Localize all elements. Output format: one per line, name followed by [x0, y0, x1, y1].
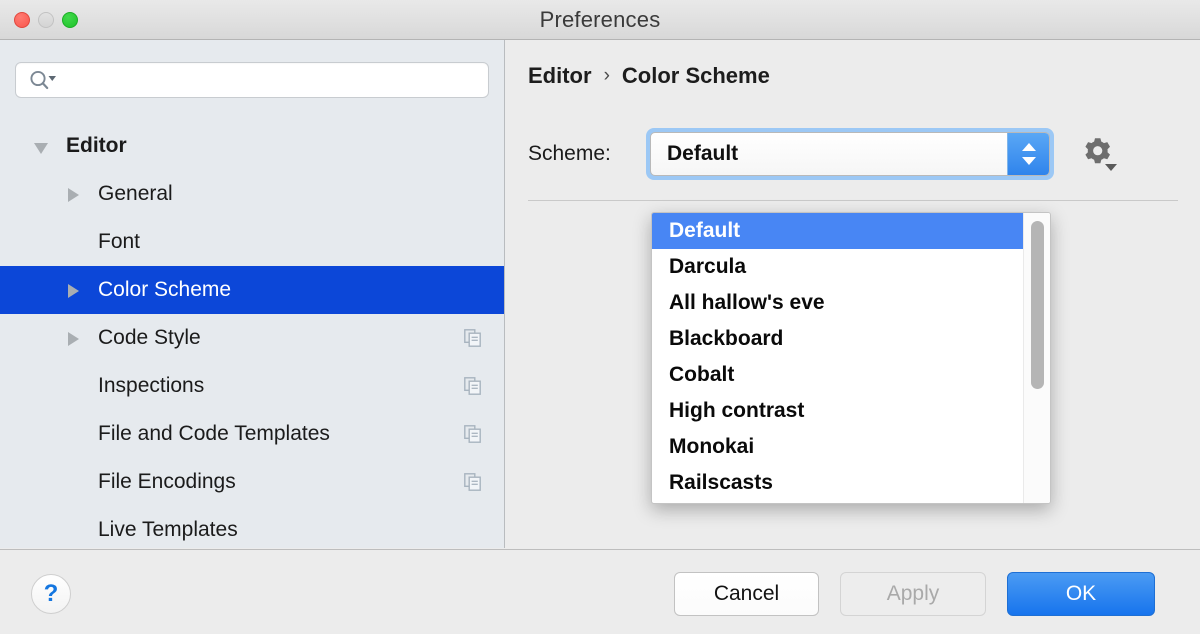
- copy-settings-icon[interactable]: [464, 425, 482, 443]
- disclosure-triangle-right-icon[interactable]: [64, 279, 86, 301]
- sidebar-item-editor[interactable]: Editor: [0, 122, 504, 170]
- title-bar: Preferences: [0, 0, 1200, 40]
- sidebar-item-file-and-code-templates[interactable]: File and Code Templates: [0, 410, 504, 458]
- settings-tree: Editor General Font Color Scheme Code Style I…: [0, 122, 504, 548]
- sidebar-item-general[interactable]: General: [0, 170, 504, 218]
- disclosure-spacer: [64, 471, 86, 493]
- preferences-window: Preferences Editor General Font Color Schem…: [0, 0, 1200, 634]
- sidebar-item-label: Color Scheme: [98, 278, 232, 301]
- scheme-option[interactable]: All hallow's eve: [652, 285, 1024, 321]
- sidebar-item-label: File and Code Templates: [98, 422, 330, 445]
- scheme-option[interactable]: High contrast: [652, 393, 1024, 429]
- disclosure-triangle-down-icon[interactable]: [32, 135, 54, 157]
- zoom-window-button[interactable]: [62, 12, 78, 28]
- sidebar-item-label: Editor: [66, 134, 127, 157]
- disclosure-spacer: [64, 231, 86, 253]
- window-title: Preferences: [539, 7, 661, 32]
- copy-settings-icon[interactable]: [464, 377, 482, 395]
- scheme-settings-gear-button[interactable]: [1076, 132, 1122, 176]
- search-input[interactable]: [63, 62, 482, 98]
- scheme-option[interactable]: Railscasts: [652, 465, 1024, 501]
- chevron-up-icon: [1021, 143, 1036, 151]
- content-area: Editor General Font Color Scheme Code Style I…: [0, 40, 1200, 548]
- copy-settings-icon[interactable]: [464, 329, 482, 347]
- scheme-option[interactable]: Cobalt: [652, 357, 1024, 393]
- scheme-option[interactable]: Default: [652, 213, 1024, 249]
- scheme-option[interactable]: Darcula: [652, 249, 1024, 285]
- apply-button: Apply: [840, 572, 986, 616]
- dialog-footer: ? Cancel Apply OK: [0, 549, 1200, 634]
- search-icon[interactable]: [29, 70, 59, 90]
- sidebar-item-label: Inspections: [98, 374, 205, 397]
- sidebar-item-font[interactable]: Font: [0, 218, 504, 266]
- scheme-option[interactable]: Blackboard: [652, 321, 1024, 357]
- breadcrumb-separator-icon: ›: [603, 65, 610, 86]
- breadcrumb-root[interactable]: Editor: [528, 63, 592, 89]
- minimize-window-button[interactable]: [38, 12, 54, 28]
- combobox-body[interactable]: Default: [650, 132, 1050, 176]
- sidebar-item-live-templates[interactable]: Live Templates: [0, 506, 504, 548]
- scheme-row: Scheme: Default: [528, 128, 1054, 180]
- cancel-button[interactable]: Cancel: [674, 572, 819, 616]
- disclosure-spacer: [64, 375, 86, 397]
- sidebar-item-label: File Encodings: [98, 470, 236, 493]
- scheme-label: Scheme:: [528, 142, 611, 165]
- pane-separator: [528, 200, 1178, 201]
- help-button[interactable]: ?: [31, 574, 71, 614]
- scheme-option[interactable]: Monokai: [652, 429, 1024, 465]
- breadcrumb: Editor › Color Scheme: [528, 63, 770, 89]
- scheme-combobox[interactable]: Default: [646, 128, 1054, 180]
- copy-settings-icon[interactable]: [464, 473, 482, 491]
- scheme-option-list: Default Darcula All hallow's eve Blackboard…: [652, 213, 1024, 501]
- settings-sidebar: Editor General Font Color Scheme Code Style I…: [0, 40, 505, 548]
- dropdown-scrollbar-track[interactable]: [1023, 213, 1050, 503]
- disclosure-spacer: [64, 423, 86, 445]
- sidebar-item-label: General: [98, 182, 173, 205]
- combobox-selected-value: Default: [667, 142, 739, 165]
- disclosure-spacer: [64, 519, 86, 541]
- sidebar-item-label: Live Templates: [98, 518, 238, 541]
- breadcrumb-leaf: Color Scheme: [621, 63, 770, 88]
- sidebar-item-label: Font: [98, 230, 141, 253]
- sidebar-item-label: Code Style: [98, 326, 201, 349]
- sidebar-item-inspections[interactable]: Inspections: [0, 362, 504, 410]
- traffic-light-group: [14, 12, 78, 28]
- sidebar-item-file-encodings[interactable]: File Encodings: [0, 458, 504, 506]
- close-window-button[interactable]: [14, 12, 30, 28]
- scheme-dropdown-menu[interactable]: Default Darcula All hallow's eve Blackboard…: [651, 212, 1051, 504]
- sidebar-item-code-style[interactable]: Code Style: [0, 314, 504, 362]
- disclosure-triangle-right-icon[interactable]: [64, 327, 86, 349]
- dropdown-scrollbar-thumb[interactable]: [1031, 221, 1044, 389]
- search-field-wrapper: [15, 62, 489, 98]
- combobox-stepper-button[interactable]: [1007, 133, 1049, 175]
- ok-button[interactable]: OK: [1007, 572, 1155, 616]
- chevron-down-icon: [1021, 157, 1036, 165]
- disclosure-triangle-right-icon[interactable]: [64, 183, 86, 205]
- sidebar-item-color-scheme[interactable]: Color Scheme: [0, 266, 504, 314]
